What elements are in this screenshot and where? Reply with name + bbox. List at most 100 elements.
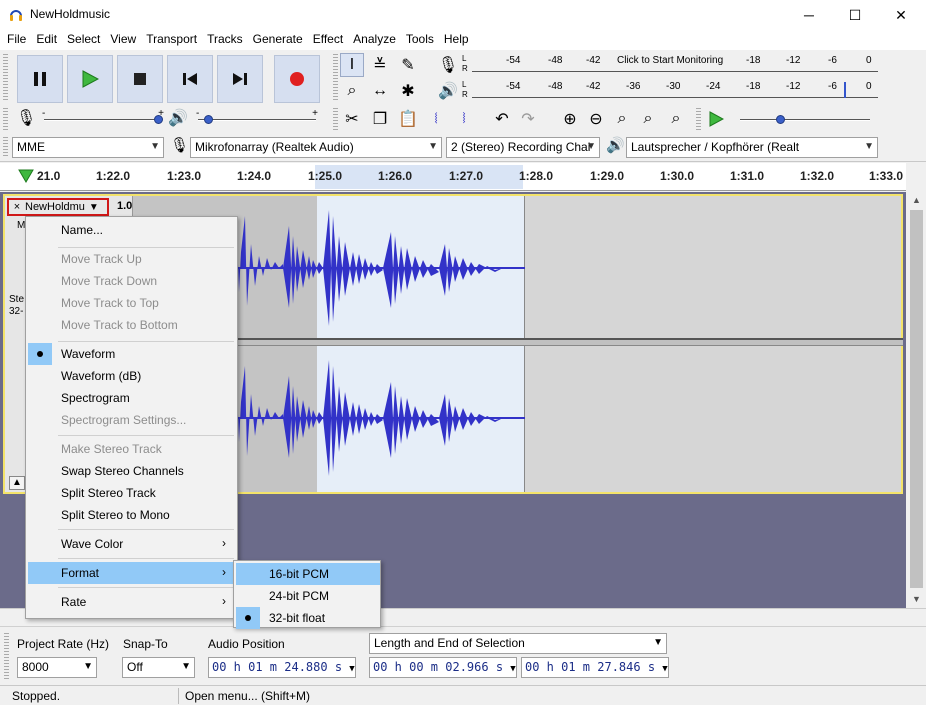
menu-file[interactable]: File [2, 30, 31, 50]
menu-item-split-stereo-to-mono[interactable]: Split Stereo to Mono [28, 504, 236, 526]
menu-item-format[interactable]: Format › [28, 562, 236, 584]
menu-item-spectrogram-settings[interactable]: Spectrogram Settings... [28, 409, 236, 431]
project-rate-select[interactable]: 8000 ▼ [17, 657, 97, 678]
menu-item-move-track-up[interactable]: Move Track Up [28, 248, 236, 270]
pause-button[interactable] [17, 55, 63, 103]
scrollbar-thumb[interactable] [910, 210, 923, 588]
minimize-button[interactable]: ─ [786, 0, 832, 30]
menu-item-16-bit-pcm[interactable]: 16-bit PCM [236, 563, 380, 585]
timeline-ruler[interactable]: 21.0 1:22.0 1:23.0 1:24.0 1:25.0 1:26.0 … [0, 163, 906, 191]
recording-channels-select[interactable]: 2 (Stereo) Recording Chai ▼ [446, 137, 600, 158]
multi-tool-button[interactable]: ✱ [396, 79, 420, 103]
menu-item-move-track-to-bottom[interactable]: Move Track to Bottom [28, 314, 236, 336]
draw-tool-button[interactable]: ✎ [396, 53, 420, 77]
chevron-down-icon: ▼ [510, 664, 516, 674]
selection-length-field[interactable]: 00 h 00 m 02.966 s ▼ [369, 657, 517, 678]
menu-view[interactable]: View [105, 30, 141, 50]
play-button[interactable] [67, 55, 113, 103]
menu-tracks[interactable]: Tracks [202, 30, 248, 50]
menu-item-make-stereo-track[interactable]: Make Stereo Track [28, 438, 236, 460]
track-name-button[interactable]: × NewHoldmu ▼ [7, 198, 109, 216]
play-at-speed-grip[interactable] [696, 108, 701, 130]
menu-item-waveform[interactable]: Waveform [28, 343, 236, 365]
audio-host-select[interactable]: MME ▼ [12, 137, 164, 158]
zoom-toggle-button[interactable]: ⌕ [664, 107, 688, 131]
selection-tool-button[interactable]: I [340, 53, 364, 77]
skip-to-start-button[interactable] [167, 55, 213, 103]
skip-to-end-button[interactable] [217, 55, 263, 103]
audio-position-field[interactable]: 00 h 01 m 24.880 s ▼ [208, 657, 356, 678]
selection-toolbar-grip[interactable] [4, 633, 9, 679]
selection-end-value: 00 h 01 m 27.846 s [525, 660, 656, 674]
menu-analyze[interactable]: Analyze [348, 30, 401, 50]
menu-tools[interactable]: Tools [401, 30, 439, 50]
menu-item-24-bit-pcm[interactable]: 24-bit PCM [236, 585, 380, 607]
menu-help[interactable]: Help [439, 30, 474, 50]
copy-button[interactable]: ❐ [368, 107, 392, 131]
collapse-track-button[interactable]: ▲ [9, 476, 25, 490]
scroll-up-arrow[interactable]: ▲ [908, 192, 925, 209]
recording-meter[interactable]: LR -54 -48 -42 Click to Start Monitoring… [462, 54, 878, 76]
device-grip[interactable] [3, 137, 8, 157]
envelope-tool-button[interactable]: ≚ [368, 53, 392, 77]
cut-button[interactable]: ✂ [340, 107, 364, 131]
selection-end-field[interactable]: 00 h 01 m 27.846 s ▼ [521, 657, 669, 678]
paste-button[interactable]: 📋 [396, 107, 420, 131]
menu-item-32-bit-float[interactable]: 32-bit float [236, 607, 380, 629]
playback-meter[interactable]: LR -54 -48 -42 -36 -30 -24 -18 -12 -6 0 [462, 80, 878, 102]
menu-item-spectrogram[interactable]: Spectrogram [28, 387, 236, 409]
menu-item-wave-color[interactable]: Wave Color › [28, 533, 236, 555]
fit-project-button[interactable]: ⌕ [636, 107, 660, 131]
fit-selection-button[interactable]: ⌕ [610, 107, 634, 131]
mixer-grip[interactable] [3, 108, 8, 130]
playback-device-select[interactable]: Lautsprecher / Kopfhörer (Realt ▼ [626, 137, 878, 158]
zoom-in-button[interactable]: ⊕ [558, 107, 582, 131]
meter-tick: -30 [666, 81, 681, 92]
tools-grip[interactable] [333, 54, 338, 102]
start-monitoring-label[interactable]: Click to Start Monitoring [617, 55, 723, 66]
playback-volume-slider[interactable]: - + [188, 108, 326, 130]
menu-item-rate[interactable]: Rate › [28, 591, 236, 613]
menu-item-move-track-to-top[interactable]: Move Track to Top [28, 292, 236, 314]
playback-speed-slider[interactable] [730, 110, 880, 130]
close-button[interactable]: ✕ [878, 0, 924, 30]
menu-effect[interactable]: Effect [308, 30, 348, 50]
zoom-out-button[interactable]: ⊖ [584, 107, 608, 131]
skip-end-icon [233, 73, 247, 85]
recording-device-select[interactable]: Mikrofonarray (Realtek Audio) ▼ [190, 137, 442, 158]
maximize-button[interactable]: ☐ [832, 0, 878, 30]
trim-button[interactable]: ⧙ [424, 107, 448, 131]
record-button[interactable] [274, 55, 320, 103]
zoom-tool-button[interactable]: ⌕ [340, 79, 364, 103]
vertical-scrollbar[interactable]: ▲ ▼ [908, 192, 925, 608]
playback-meter-button[interactable]: 🔊 [436, 79, 460, 103]
silence-button[interactable]: ⧘ [452, 107, 476, 131]
slider-thumb[interactable] [776, 115, 785, 124]
menu-item-split-stereo-track[interactable]: Split Stereo Track [28, 482, 236, 504]
track-close-button[interactable]: × [9, 201, 25, 213]
speaker-icon: 🔊 [438, 83, 458, 100]
menu-transport[interactable]: Transport [141, 30, 202, 50]
menu-item-waveform-db[interactable]: Waveform (dB) [28, 365, 236, 387]
play-at-speed-button[interactable] [704, 107, 728, 131]
scroll-down-arrow[interactable]: ▼ [908, 591, 925, 608]
snap-to-select[interactable]: Off ▼ [122, 657, 195, 678]
stop-button[interactable] [117, 55, 163, 103]
undo-button[interactable]: ↶ [490, 107, 514, 131]
edit-grip[interactable] [333, 108, 338, 130]
slider-thumb[interactable] [154, 115, 163, 124]
redo-button[interactable]: ↷ [516, 107, 540, 131]
recording-volume-slider[interactable]: - + [34, 108, 172, 130]
menu-generate[interactable]: Generate [248, 30, 308, 50]
slider-thumb[interactable] [204, 115, 213, 124]
menu-item-swap-stereo-channels[interactable]: Swap Stereo Channels [28, 460, 236, 482]
menu-item-name[interactable]: Name... [28, 219, 236, 241]
waveform-view[interactable] [133, 196, 903, 492]
menu-select[interactable]: Select [62, 30, 105, 50]
record-meter-button[interactable]: 🎙 [436, 53, 460, 77]
menu-edit[interactable]: Edit [31, 30, 62, 50]
time-shift-tool-button[interactable]: ↔ [368, 79, 392, 103]
menu-item-move-track-down[interactable]: Move Track Down [28, 270, 236, 292]
selection-mode-select[interactable]: Length and End of Selection ▼ [369, 633, 667, 654]
toolbar-grip[interactable] [3, 54, 8, 102]
